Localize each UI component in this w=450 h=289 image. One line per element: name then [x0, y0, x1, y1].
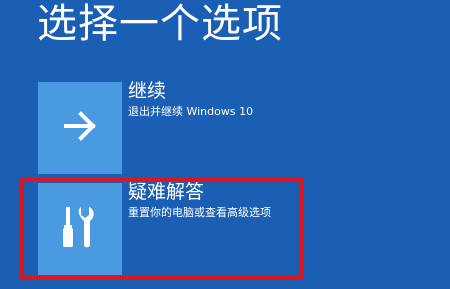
choose-option-screen: 选择一个选项 继续 退出并继续 Windows 10 疑难解答 重置你的电脑或查…: [0, 0, 450, 289]
page-title: 选择一个选项: [37, 1, 283, 47]
continue-text: 继续 退出并继续 Windows 10: [128, 80, 254, 119]
continue-title: 继续: [128, 80, 167, 102]
arrow-right-icon: [60, 106, 100, 150]
highlight-frame: [20, 178, 303, 280]
continue-description: 退出并继续 Windows 10: [128, 105, 254, 118]
continue-tile[interactable]: [38, 82, 122, 174]
continue-option[interactable]: 继续 退出并继续 Windows 10: [38, 80, 438, 176]
